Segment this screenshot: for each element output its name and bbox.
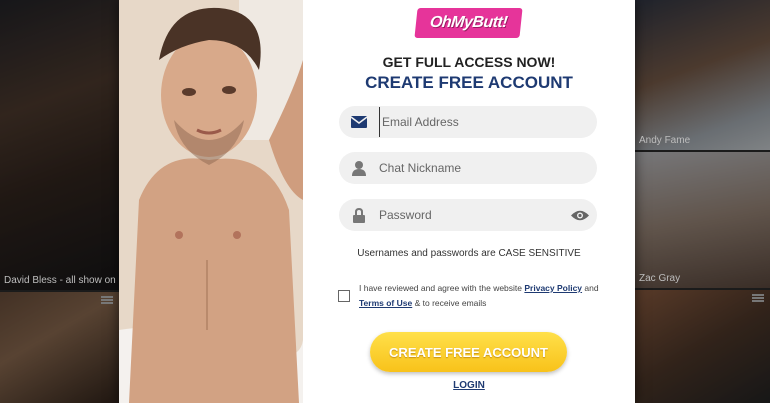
envelope-icon	[339, 106, 379, 138]
create-account-button[interactable]: CREATE FREE ACCOUNT	[370, 332, 567, 372]
headline: GET FULL ACCESS NOW!	[382, 54, 556, 70]
lock-icon	[339, 199, 379, 231]
cam-thumbnail[interactable]: Zac Gray	[635, 152, 770, 288]
site-logo[interactable]: OhMyButt!	[414, 8, 523, 38]
agreement-text-mid: and	[582, 283, 599, 293]
thumbnail-caption: David Bless - all show on ha	[4, 275, 119, 286]
password-field[interactable]	[339, 199, 597, 231]
agreement-text-start: I have reviewed and agree with the websi…	[359, 283, 525, 293]
promo-photo	[119, 0, 303, 403]
logo-text: OhMyButt!	[429, 14, 509, 31]
menu-icon[interactable]	[101, 296, 113, 304]
cam-thumbnail[interactable]	[0, 292, 119, 403]
terms-of-use-link[interactable]: Terms of Use	[359, 298, 412, 308]
signup-modal: OhMyButt! GET FULL ACCESS NOW! CREATE FR…	[119, 0, 635, 403]
model-illustration	[119, 0, 303, 403]
cam-thumbnail[interactable]: Andy Fame	[635, 0, 770, 150]
cam-thumbnail[interactable]	[635, 290, 770, 403]
signup-form: OhMyButt! GET FULL ACCESS NOW! CREATE FR…	[303, 0, 635, 403]
case-sensitive-note: Usernames and passwords are CASE SENSITI…	[357, 248, 581, 259]
login-link[interactable]: LOGIN	[303, 380, 635, 391]
menu-icon[interactable]	[752, 294, 764, 302]
agreement-text-end: & to receive emails	[412, 298, 487, 308]
agree-checkbox[interactable]	[338, 290, 350, 302]
privacy-policy-link[interactable]: Privacy Policy	[524, 283, 582, 293]
thumbnail-caption: Zac Gray	[639, 273, 681, 284]
nickname-input[interactable]	[379, 153, 597, 183]
email-input[interactable]	[379, 107, 597, 137]
cam-thumbnail[interactable]: David Bless - all show on ha	[0, 0, 119, 290]
page-title: CREATE FREE ACCOUNT	[365, 73, 573, 92]
eye-icon[interactable]	[563, 199, 597, 231]
email-field[interactable]	[339, 106, 597, 138]
agreement-text: I have reviewed and agree with the websi…	[359, 281, 599, 311]
thumbnail-caption: Andy Fame	[639, 135, 691, 146]
password-input[interactable]	[379, 200, 563, 230]
user-icon	[339, 152, 379, 184]
terms-agreement: I have reviewed and agree with the websi…	[338, 281, 608, 311]
nickname-field[interactable]	[339, 152, 597, 184]
